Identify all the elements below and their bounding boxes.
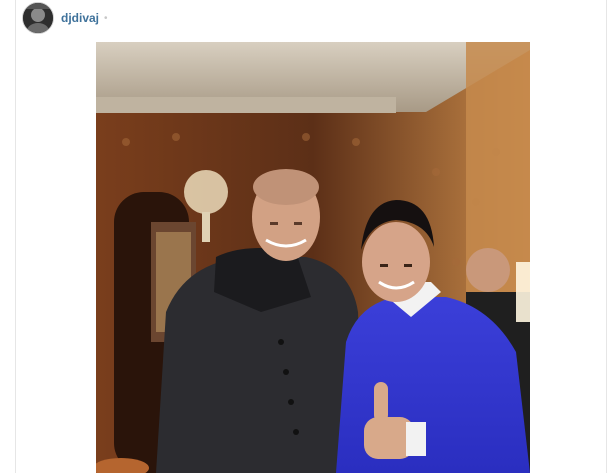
username-link[interactable]: djdivaj: [61, 11, 99, 25]
avatar[interactable]: [22, 2, 54, 34]
separator-dot: •: [104, 12, 108, 24]
photo-illustration: [96, 42, 530, 473]
post-card: djdivaj •: [15, 0, 607, 473]
post-header: djdivaj •: [22, 2, 108, 34]
avatar-image: [23, 3, 53, 33]
post-image[interactable]: [96, 42, 530, 473]
